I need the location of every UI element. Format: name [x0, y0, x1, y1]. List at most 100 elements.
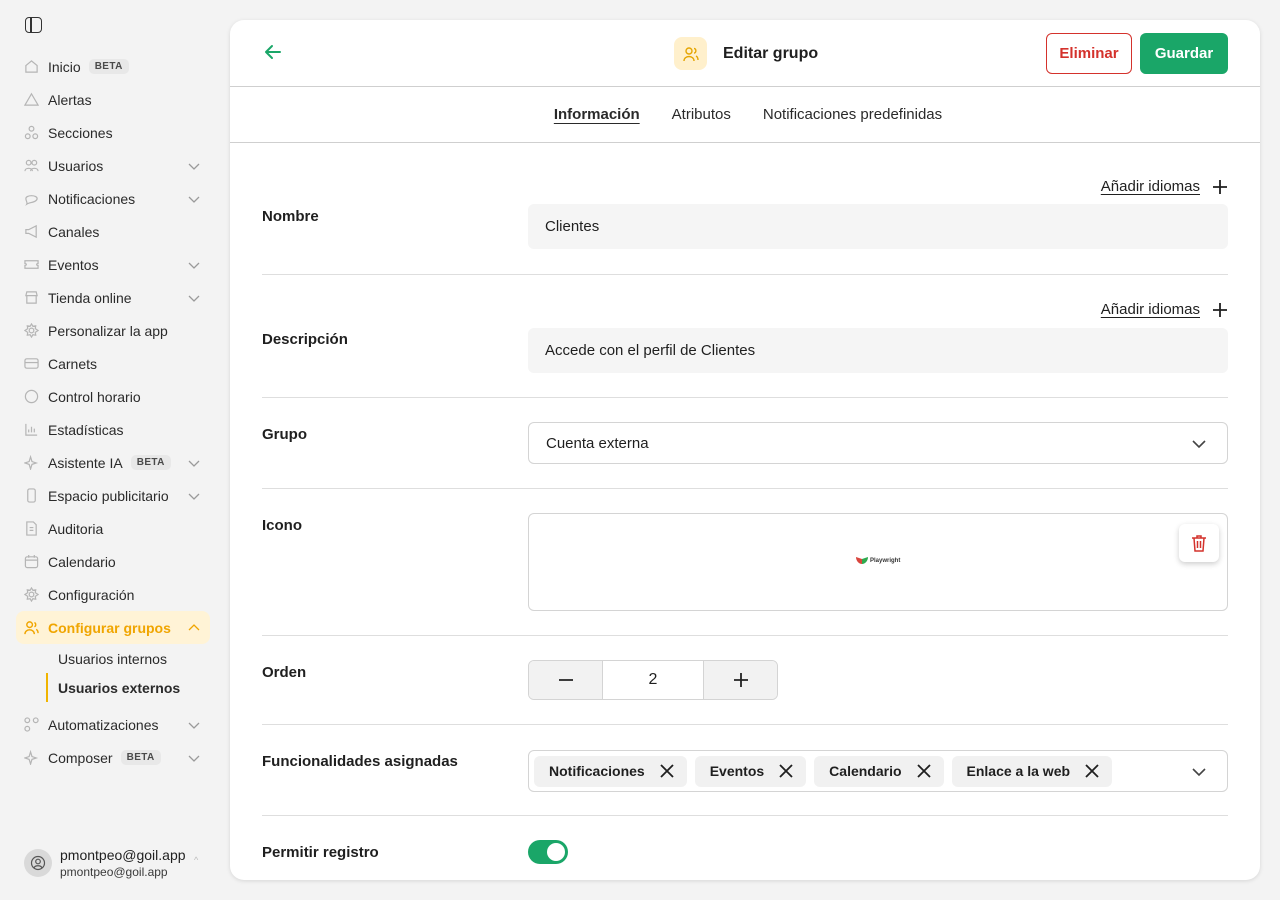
plus-icon [1213, 179, 1227, 194]
sidebar-item-configuracion[interactable]: Configuración [16, 578, 210, 611]
feature-chip: Notificaciones [534, 755, 687, 787]
chevron-down-icon [188, 490, 200, 500]
users-icon [24, 158, 39, 173]
sidebar-item-automatizaciones[interactable]: Automatizaciones [16, 708, 210, 741]
sidebar-item-usuarios[interactable]: Usuarios [16, 149, 210, 182]
caret-up-icon: ^ [194, 855, 199, 865]
user-name: pmontpeo@goil.app [60, 847, 186, 863]
sparkle-icon [24, 750, 39, 765]
feature-chip-label: Eventos [709, 763, 765, 779]
delete-button[interactable]: Eliminar [1046, 33, 1132, 74]
chat-icon [24, 191, 39, 206]
page-title: Editar grupo [723, 44, 819, 62]
sidebar-item-auditoria[interactable]: Auditoria [16, 512, 210, 545]
sidebar-item-inicio[interactable]: Inicio BETA [16, 50, 210, 83]
beta-badge: BETA [88, 59, 129, 74]
sidebar-item-calendario[interactable]: Calendario [16, 545, 210, 578]
name-input[interactable]: Clientes [528, 204, 1228, 249]
order-value[interactable]: 2 [602, 661, 704, 699]
close-icon[interactable] [659, 763, 675, 779]
sidebar-toggle-icon[interactable] [25, 17, 42, 33]
chevron-down-icon [1192, 768, 1206, 777]
user-icon [30, 855, 46, 871]
sidebar-item-label: Eventos [48, 256, 99, 273]
order-label: Orden [262, 664, 307, 681]
sidebar-item-label: Asistente IA [48, 454, 123, 471]
sidebar-submenu: Usuarios internos Usuarios externos [16, 644, 210, 702]
feature-chip-label: Enlace a la web [966, 763, 1071, 779]
sidebar-item-label: Composer [48, 749, 113, 766]
sidebar-item-personalizar-app[interactable]: Personalizar la app [16, 314, 210, 347]
sidebar-item-estadisticas[interactable]: Estadísticas [16, 413, 210, 446]
user-email: pmontpeo@goil.app [60, 865, 168, 879]
sidebar-item-alertas[interactable]: Alertas [16, 83, 210, 116]
chevron-down-icon [188, 259, 200, 269]
feature-chip-label: Notificaciones [549, 763, 645, 779]
tab-notificaciones-predefinidas[interactable]: Notificaciones predefinidas [763, 106, 942, 123]
sidebar-item-label: Personalizar la app [48, 322, 168, 339]
gear-icon [24, 323, 39, 338]
sidebar-item-label: Alertas [48, 91, 92, 108]
add-languages-text: Añadir idiomas [1100, 178, 1200, 195]
sidebar-item-canales[interactable]: Canales [16, 215, 210, 248]
sidebar-item-secciones[interactable]: Secciones [16, 116, 210, 149]
sidebar-item-label: Carnets [48, 355, 98, 372]
order-row: Orden 2 [262, 636, 1228, 725]
sidebar-item-label: Espacio publicitario [48, 487, 169, 504]
save-button[interactable]: Guardar [1140, 33, 1228, 74]
sidebar-item-configurar-grupos[interactable]: Configurar grupos [16, 611, 210, 644]
beta-badge: BETA [120, 750, 161, 765]
add-languages-link[interactable]: Añadir idiomas [1101, 178, 1228, 195]
delete-icon-button[interactable] [1179, 524, 1219, 562]
increment-button[interactable] [704, 661, 777, 699]
sidebar: Inicio BETA Alertas Secciones Usuarios N… [0, 0, 230, 900]
sidebar-item-label: Notificaciones [48, 190, 136, 207]
tab-informacion[interactable]: Información [554, 106, 640, 123]
sidebar-item-asistente-ia[interactable]: Asistente IA BETA [16, 446, 210, 479]
close-icon[interactable] [778, 763, 794, 779]
tab-bar: Información Atributos Notificaciones pre… [230, 87, 1260, 143]
chevron-down-icon [188, 719, 200, 729]
user-profile[interactable]: pmontpeo@goil.app pmontpeo@goil.app ^ [24, 845, 214, 881]
back-arrow-icon[interactable] [263, 42, 285, 64]
icon-upload-box[interactable]: Playwright [528, 513, 1228, 611]
sidebar-item-tienda-online[interactable]: Tienda online [16, 281, 210, 314]
sidebar-item-eventos[interactable]: Eventos [16, 248, 210, 281]
group-select-value: Cuenta externa [546, 434, 649, 452]
tab-atributos[interactable]: Atributos [672, 106, 731, 123]
minus-icon [558, 679, 573, 681]
group-row: Grupo Cuenta externa [262, 398, 1228, 489]
group-select[interactable]: Cuenta externa [528, 422, 1228, 464]
order-stepper: 2 [528, 660, 778, 700]
sidebar-item-label: Automatizaciones [48, 716, 159, 733]
name-label: Nombre [262, 208, 319, 225]
sidebar-subitem-usuarios-externos[interactable]: Usuarios externos [46, 673, 210, 702]
sidebar-item-label: Calendario [48, 553, 116, 570]
sidebar-subitem-usuarios-internos[interactable]: Usuarios internos [46, 644, 210, 673]
chevron-down-icon [188, 160, 200, 170]
description-input[interactable]: Accede con el perfil de Clientes [528, 328, 1228, 373]
alert-icon [24, 92, 39, 107]
sidebar-item-carnets[interactable]: Carnets [16, 347, 210, 380]
group-icon [674, 37, 707, 70]
group-icon [24, 620, 39, 635]
phone-icon [24, 488, 39, 503]
doc-icon [24, 521, 39, 536]
sidebar-item-label: Auditoria [48, 520, 104, 537]
decrement-button[interactable] [529, 661, 602, 699]
icon-row: Icono Playwright [262, 489, 1228, 636]
sidebar-item-notificaciones[interactable]: Notificaciones [16, 182, 210, 215]
edit-group-card: Editar grupo Eliminar Guardar Informació… [230, 20, 1260, 880]
allow-register-toggle[interactable] [528, 840, 568, 864]
features-multiselect[interactable]: Notificaciones Eventos Calendario Enlace… [528, 750, 1228, 792]
close-icon[interactable] [916, 763, 932, 779]
feature-chip: Calendario [814, 755, 944, 787]
add-languages-link[interactable]: Añadir idiomas [1101, 301, 1228, 318]
sidebar-item-control-horario[interactable]: Control horario [16, 380, 210, 413]
close-icon[interactable] [1084, 763, 1100, 779]
sidebar-item-label: Control horario [48, 388, 141, 405]
playwright-logo-text: Playwright [870, 557, 901, 564]
sparkle-icon [24, 455, 39, 470]
sidebar-item-composer[interactable]: Composer BETA [16, 741, 210, 774]
sidebar-item-espacio-publicitario[interactable]: Espacio publicitario [16, 479, 210, 512]
